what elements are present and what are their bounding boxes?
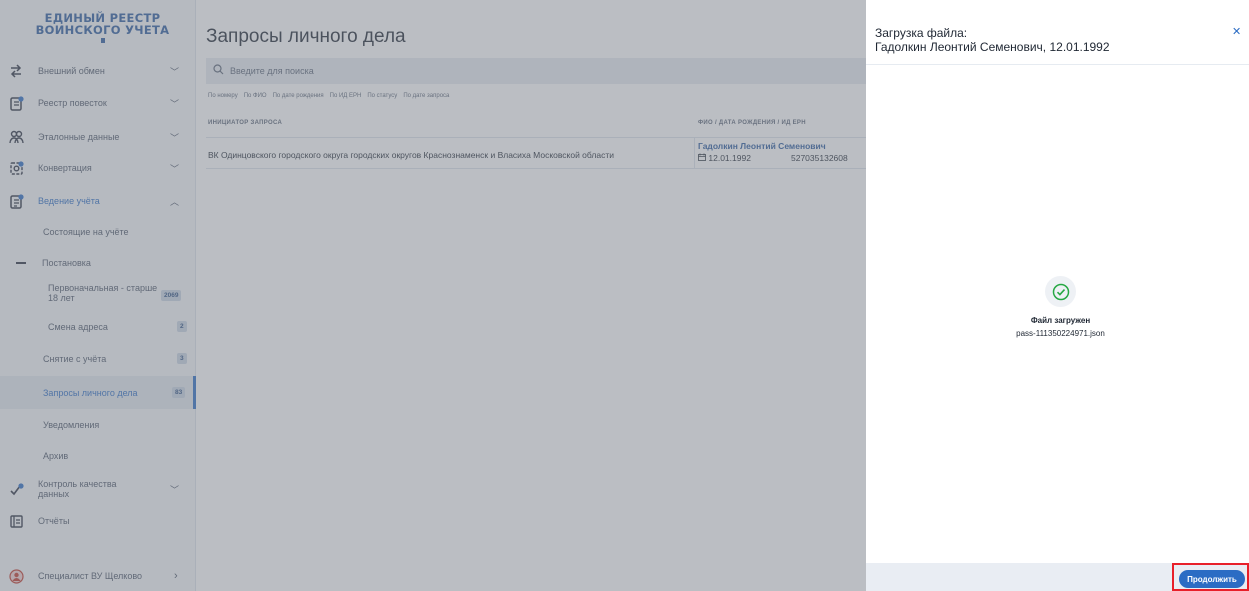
modal-overlay[interactable]	[0, 0, 866, 591]
drawer-subtitle: Гадолкин Леонтий Семенович, 12.01.1992	[875, 40, 1110, 54]
uploaded-filename: pass-111350224971.json	[1016, 329, 1105, 338]
drawer-title: Загрузка файла:	[875, 26, 968, 40]
upload-status: Файл загружен	[1030, 316, 1091, 325]
success-check-icon	[1045, 276, 1076, 307]
drawer-divider	[866, 64, 1249, 65]
highlight-box	[1172, 563, 1249, 591]
app-root: ЕДИНЫЙ РЕЕСТР ВОИНСКОГО УЧЕТА Внешний об…	[0, 0, 1249, 591]
close-icon[interactable]: ✕	[1232, 25, 1241, 38]
upload-drawer: Загрузка файла: Гадолкин Леонтий Семенов…	[866, 0, 1249, 591]
